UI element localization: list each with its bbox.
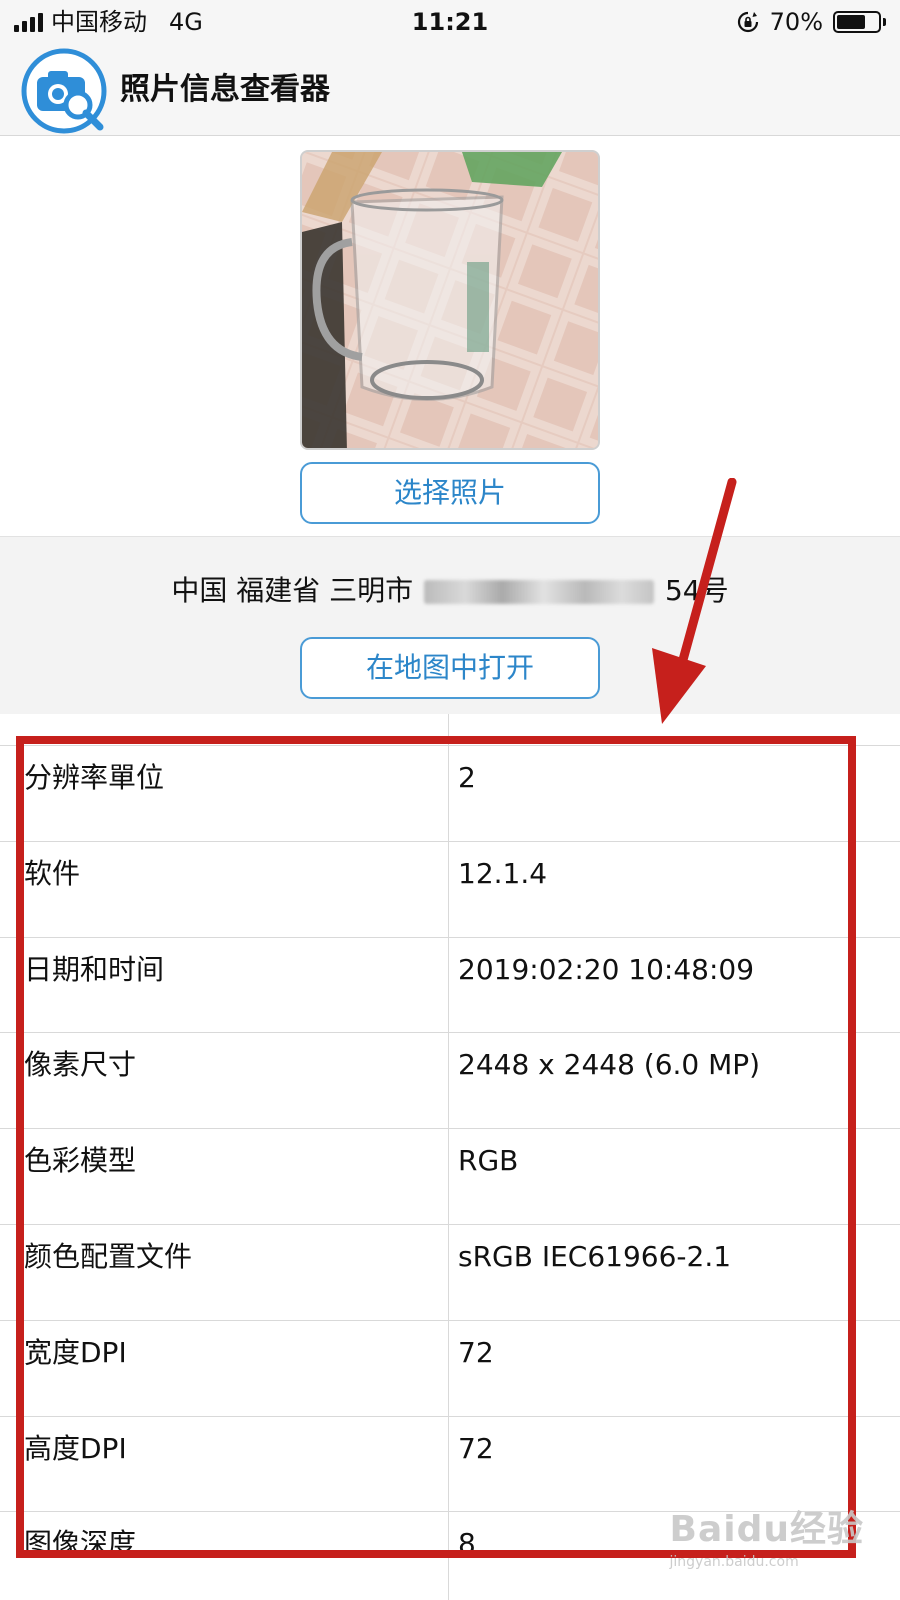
choose-photo-button[interactable]: 选择照片: [300, 462, 600, 524]
watermark-sub: jingyan.baidu.com: [669, 1554, 799, 1570]
location-section: 中国 福建省 三明市 54号 在地图中打开: [0, 536, 900, 714]
rotation-lock-icon: [737, 11, 758, 33]
battery-fill: [837, 15, 865, 29]
address-line: 中国 福建省 三明市 54号: [0, 571, 900, 611]
battery-percent: 70%: [769, 8, 823, 36]
status-right: 70%: [736, 6, 886, 38]
open-in-map-button[interactable]: 在地图中打开: [300, 637, 600, 699]
annotation-highlight-box: [16, 736, 856, 1558]
camera-search-icon: [21, 48, 107, 134]
glass-cup-image: [302, 152, 598, 448]
annotation-arrow-icon: [652, 478, 737, 724]
app-header: 照片信息查看器: [0, 44, 900, 136]
photo-thumbnail[interactable]: [300, 150, 600, 450]
status-bar: 中国移动 4G 11:21 70%: [0, 0, 900, 44]
address-blurred: [424, 580, 655, 604]
screen: 中国移动 4G 11:21 70% 照片信息查看器 选择照片 中国 福建省 三明…: [0, 0, 900, 1600]
battery-icon: [833, 11, 886, 33]
address-prefix: 中国 福建省 三明市: [171, 574, 414, 607]
watermark-main: Baidu经验: [669, 1509, 864, 1550]
watermark: Baidu经验 jingyan.baidu.com: [670, 1500, 864, 1570]
app-title: 照片信息查看器: [120, 72, 330, 107]
